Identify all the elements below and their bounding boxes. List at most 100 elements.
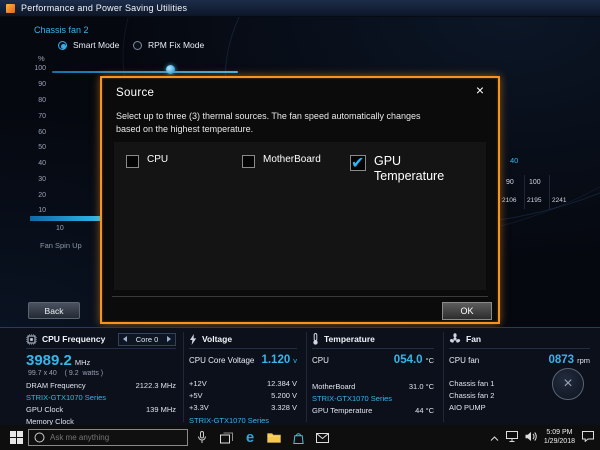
taskbar: e 5:09 PM 1/29/2018	[0, 425, 600, 450]
clock-date: 1/29/2018	[544, 438, 575, 447]
section-separator	[183, 332, 184, 422]
store-button[interactable]	[286, 425, 310, 450]
y-tick: 60	[24, 129, 46, 136]
core-selector[interactable]: Core 0	[118, 333, 176, 346]
folder-icon	[267, 432, 281, 443]
search-input[interactable]	[28, 429, 188, 446]
monitor-row: AIO PUMP	[449, 403, 544, 412]
fan-settings-page: Chassis fan 2 Smart Mode RPM Fix Mode % …	[0, 17, 600, 327]
file-explorer-button[interactable]	[262, 425, 286, 450]
table-gridline	[549, 175, 550, 209]
temperature-section: Temperature CPU 054.0 °C MotherBoard 31.…	[312, 328, 438, 426]
monitor-row: MotherBoard 31.0 °C	[312, 382, 434, 391]
y-tick: 50	[24, 144, 46, 151]
checkbox-gpu-temperature[interactable]: ✔ GPU Temperature	[350, 154, 464, 184]
section-divider	[312, 348, 434, 349]
volume-button[interactable]	[525, 429, 537, 447]
close-icon[interactable]: ×	[472, 82, 488, 98]
cpu-icon	[26, 334, 37, 345]
y-tick: 10	[24, 207, 46, 214]
source-dialog: Source × Select up to three (3) thermal …	[100, 76, 500, 324]
table-rpm-cell: 2195	[527, 197, 541, 204]
ok-button[interactable]: OK	[442, 302, 492, 320]
table-current-temp: 40	[510, 156, 518, 165]
monitor-row: +3.3V 3.328 V	[189, 403, 297, 412]
checkbox-motherboard[interactable]: MotherBoard	[242, 154, 321, 168]
monitor-row: +5V 5.200 V	[189, 391, 297, 400]
section-divider	[189, 348, 297, 349]
y-tick: 40	[24, 160, 46, 167]
fan-section: Fan CPU fan 0873 rpm Chassis fan 1 Chass…	[449, 328, 594, 426]
microphone-icon	[197, 431, 207, 444]
table-rpm-cell: 2106	[502, 197, 516, 204]
mail-button[interactable]	[310, 425, 334, 450]
monitor-row: +12V 12.384 V	[189, 379, 297, 388]
fan-name-label: Chassis fan 2	[34, 25, 89, 35]
monitor-row: STRIX-GTX1070 Series	[189, 416, 297, 425]
action-center-button[interactable]	[582, 429, 594, 447]
volume-icon	[525, 431, 537, 442]
checkbox-unchecked-icon[interactable]	[126, 155, 139, 168]
fan-speed-bar	[30, 216, 108, 221]
section-divider	[449, 348, 590, 349]
clock-time: 5:09 PM	[544, 429, 575, 438]
titlebar: Performance and Power Saving Utilities	[0, 0, 600, 17]
window-title: Performance and Power Saving Utilities	[21, 3, 187, 13]
fan-disabled-icon[interactable]: ×	[552, 368, 584, 400]
radio-unselected-icon[interactable]	[133, 41, 142, 50]
windows-logo-icon	[10, 431, 23, 444]
store-bag-icon	[293, 432, 304, 444]
section-separator	[443, 332, 444, 422]
network-button[interactable]	[506, 429, 518, 447]
fan-value: CPU fan 0873 rpm	[449, 354, 590, 366]
checkbox-checked-icon[interactable]: ✔	[350, 155, 366, 171]
prev-core-icon[interactable]	[123, 336, 127, 342]
cpu-frequency-section: CPU Frequency Core 0 3989.2 MHz 99.7 x 4…	[26, 328, 180, 426]
table-gridline	[524, 175, 525, 209]
app-logo-icon	[6, 4, 15, 13]
checkbox-cpu[interactable]: CPU	[126, 154, 168, 168]
task-view-button[interactable]	[214, 425, 238, 450]
voltage-header: Voltage	[189, 332, 297, 346]
monitor-row: GPU Temperature 44 °C	[312, 406, 434, 415]
section-separator	[306, 332, 307, 422]
y-axis-unit: %	[38, 54, 45, 63]
edge-button[interactable]: e	[238, 425, 262, 450]
fan-curve-line	[52, 71, 238, 73]
back-button[interactable]: Back	[28, 302, 80, 319]
dialog-description: based on the highest temperature.	[116, 124, 253, 134]
radio-selected-icon[interactable]	[58, 41, 67, 50]
thermal-source-panel: CPU MotherBoard ✔ GPU Temperature	[114, 142, 486, 290]
cpu-frequency-detail: 99.7 x 40 ( 9.2 watts )	[28, 370, 103, 377]
voltage-icon	[189, 334, 197, 345]
task-view-icon	[220, 432, 233, 444]
table-temp-cell: 90	[506, 179, 514, 186]
smart-mode-radio[interactable]: Smart Mode	[58, 40, 119, 50]
fan-curve-point[interactable]	[166, 65, 175, 74]
checkbox-unchecked-icon[interactable]	[242, 155, 255, 168]
dialog-title: Source	[116, 87, 154, 99]
monitor-row: Chassis fan 1	[449, 379, 544, 388]
fan-icon	[449, 333, 461, 345]
y-tick: 30	[24, 176, 46, 183]
tray-chevron-button[interactable]	[490, 429, 499, 447]
y-tick: 20	[24, 192, 46, 199]
start-button[interactable]	[4, 425, 28, 450]
rpm-fix-mode-radio[interactable]: RPM Fix Mode	[133, 40, 204, 50]
chevron-up-icon	[490, 436, 499, 442]
temperature-icon	[312, 333, 319, 345]
microphone-button[interactable]	[190, 425, 214, 450]
edge-icon: e	[246, 430, 254, 445]
monitor-panel: CPU Frequency Core 0 3989.2 MHz 99.7 x 4…	[0, 327, 600, 425]
next-core-icon[interactable]	[167, 336, 171, 342]
y-tick: 70	[24, 113, 46, 120]
monitor-row: STRIX-GTX1070 Series	[26, 393, 176, 402]
temperature-value: CPU 054.0 °C	[312, 354, 434, 366]
table-temp-cell: 100	[529, 179, 541, 186]
table-rpm-cell: 2241	[552, 197, 566, 204]
clock[interactable]: 5:09 PM 1/29/2018	[544, 429, 575, 446]
search-field[interactable]	[50, 433, 170, 442]
y-tick: 80	[24, 97, 46, 104]
screen: Performance and Power Saving Utilities C…	[0, 0, 600, 450]
monitor-row: STRIX-GTX1070 Series	[312, 394, 434, 403]
